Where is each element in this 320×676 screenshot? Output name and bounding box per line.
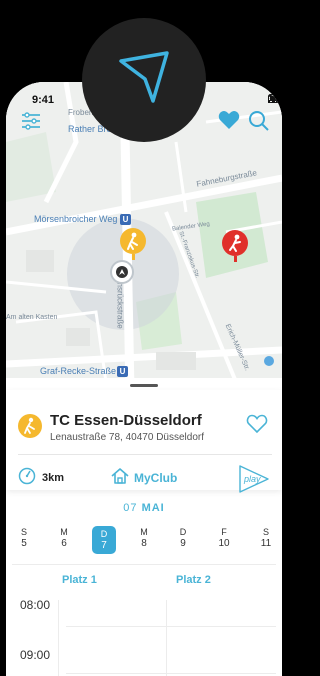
myclub-link[interactable]: MyClub bbox=[134, 471, 177, 485]
send-arrow-icon bbox=[119, 51, 169, 103]
tennis-player-icon bbox=[127, 232, 138, 250]
court-header: Platz 1 bbox=[62, 574, 97, 586]
month-header: 07 MAI bbox=[6, 502, 282, 514]
club-distance: 3km bbox=[42, 472, 65, 484]
station-label: Mörsenbroicher Weg bbox=[34, 214, 118, 224]
time-slot-line bbox=[66, 626, 276, 627]
bottom-sheet: TC Essen-Düsseldorf Lenaustraße 78, 4047… bbox=[6, 378, 282, 676]
tennis-player-icon bbox=[229, 234, 241, 252]
heart-outline-icon bbox=[246, 414, 268, 434]
station-label: Graf-Recke-Straße bbox=[40, 366, 117, 376]
club-pin-selected[interactable] bbox=[120, 228, 146, 254]
poi-marker bbox=[264, 356, 274, 366]
time-slot-label: 09:00 bbox=[20, 648, 51, 662]
day-date: 8 bbox=[141, 538, 147, 549]
month-number: 07 bbox=[123, 502, 138, 514]
day-weekday: M bbox=[60, 527, 68, 537]
battery-icon bbox=[268, 94, 282, 103]
sheet-drag-handle[interactable] bbox=[130, 384, 158, 387]
club-pin[interactable] bbox=[222, 230, 248, 256]
play-label: play bbox=[243, 474, 261, 484]
search-icon bbox=[249, 111, 269, 131]
favorite-club-button[interactable] bbox=[246, 414, 268, 439]
card-divider bbox=[18, 454, 272, 455]
street-label: Am alten Kasten bbox=[6, 314, 58, 321]
club-logo bbox=[18, 414, 42, 438]
pin-stem bbox=[234, 256, 237, 262]
day-weekday: S bbox=[262, 527, 269, 537]
day-item[interactable]: F 10 bbox=[212, 526, 236, 554]
status-time: 9:41 bbox=[32, 94, 55, 106]
day-item[interactable]: S 11 bbox=[254, 526, 278, 554]
day-weekday: D bbox=[100, 529, 108, 539]
play-button[interactable]: play bbox=[238, 464, 270, 499]
time-slot-line bbox=[66, 673, 276, 674]
day-weekday: S bbox=[20, 527, 27, 537]
current-location-marker bbox=[112, 262, 132, 282]
time-slot-label: 08:00 bbox=[20, 598, 51, 612]
heart-icon bbox=[218, 111, 240, 129]
menu-filter-icon bbox=[22, 112, 40, 130]
day-date: 9 bbox=[180, 538, 186, 549]
day-date: 6 bbox=[61, 538, 67, 549]
court-column-divider bbox=[58, 600, 59, 676]
pin-stem bbox=[132, 254, 135, 260]
day-item[interactable]: M6 bbox=[52, 526, 76, 554]
calendar-divider bbox=[12, 564, 276, 565]
navigate-button[interactable] bbox=[82, 18, 206, 142]
day-weekday: D bbox=[179, 527, 187, 537]
club-address: Lenaustraße 78, 40470 Düsseldorf bbox=[50, 432, 204, 443]
court-column-divider bbox=[166, 600, 167, 676]
day-item[interactable]: M8 bbox=[132, 526, 156, 554]
tennis-player-icon bbox=[24, 417, 35, 434]
day-date: 5 bbox=[21, 538, 27, 549]
filter-menu-button[interactable] bbox=[20, 112, 42, 130]
day-weekday: M bbox=[140, 527, 148, 537]
month-name: MAI bbox=[141, 502, 165, 514]
subway-badge: U bbox=[117, 366, 128, 377]
club-card[interactable]: TC Essen-Düsseldorf Lenaustraße 78, 4047… bbox=[6, 390, 282, 493]
day-date: 11 bbox=[260, 538, 272, 549]
day-picker: S5 M6 D7 M8 D9 F 10 S 11 bbox=[12, 526, 276, 556]
club-name: TC Essen-Düsseldorf bbox=[50, 412, 202, 429]
court-header: Platz 2 bbox=[176, 574, 211, 586]
day-date: 7 bbox=[101, 540, 107, 551]
day-weekday: F bbox=[221, 527, 227, 537]
day-item[interactable]: D9 bbox=[171, 526, 195, 554]
location-arrow-icon bbox=[119, 269, 125, 275]
day-item[interactable]: S5 bbox=[12, 526, 36, 554]
distance-icon bbox=[18, 467, 36, 490]
subway-badge: U bbox=[120, 214, 131, 225]
day-date: 10 bbox=[218, 538, 230, 549]
home-icon[interactable] bbox=[110, 466, 130, 491]
day-item-selected[interactable]: D7 bbox=[92, 526, 116, 554]
